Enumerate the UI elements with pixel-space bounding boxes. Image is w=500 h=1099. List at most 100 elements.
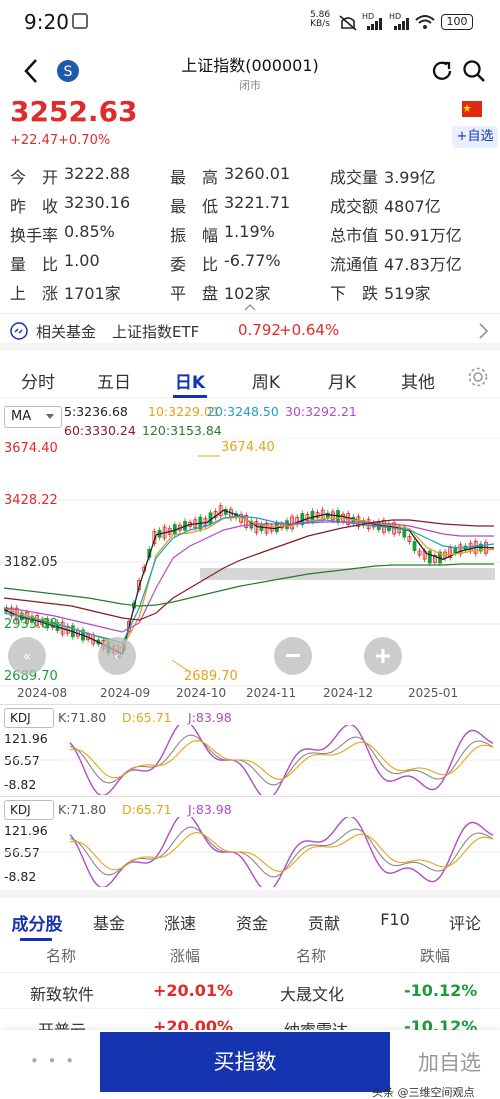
candle bbox=[427, 550, 432, 564]
chevron-right-icon bbox=[479, 323, 489, 339]
network-speed: 5.86 KB/s bbox=[310, 11, 330, 29]
wifi-icon bbox=[415, 15, 435, 29]
quote-label: 委 比 bbox=[170, 255, 219, 274]
column-header: 跌幅 bbox=[420, 947, 451, 965]
tab-weekly-k[interactable]: 周K bbox=[228, 368, 304, 393]
tab-comments[interactable]: 评论 bbox=[430, 910, 500, 934]
tab-speed[interactable]: 涨速 bbox=[144, 910, 216, 934]
ma5-value: 5:3236.68 bbox=[64, 404, 128, 419]
column-header: 涨幅 bbox=[170, 947, 201, 965]
gain-pct: +20.01% bbox=[153, 981, 234, 1000]
expand-chevron-icon[interactable] bbox=[244, 303, 256, 311]
quote-label: 成交量 bbox=[330, 168, 379, 187]
ma30-value: 30:3292.21 bbox=[285, 404, 357, 419]
quote-label: 总市值 bbox=[330, 226, 379, 245]
kdj-k-value: K:71.80 bbox=[58, 802, 107, 817]
add-watch-button[interactable]: 加自选 bbox=[418, 1047, 481, 1077]
kdj-panel-1[interactable]: KDJ K:71.80 D:65.71 J:83.98 121.96 56.57… bbox=[0, 704, 500, 796]
double-chevron-left-icon: « bbox=[23, 649, 32, 665]
tab-daily-k[interactable]: 日K bbox=[152, 368, 228, 393]
active-tab-indicator bbox=[173, 395, 207, 398]
low-annotation: 2689.70 bbox=[184, 669, 238, 684]
constituents-table: 名称 涨幅 名称 跌幅 新致软件 +20.01% 大晟文化 -10.12% 开普… bbox=[0, 938, 500, 1040]
quote-grid: 今 开 3222.88 最 高 3260.01 成交量 3.99亿 昨 收 32… bbox=[0, 160, 500, 305]
table-row[interactable]: 新致软件 +20.01% 大晟文化 -10.12% bbox=[0, 972, 500, 1006]
link-icon bbox=[10, 322, 28, 340]
quote-value: 3221.71 bbox=[224, 193, 291, 212]
related-fund-row[interactable]: 相关基金 上证指数ETF 0.792 +0.64% bbox=[0, 313, 500, 351]
network-speed-unit: KB/s bbox=[310, 19, 330, 29]
minus-icon bbox=[286, 654, 300, 657]
kdj-panel-2[interactable]: KDJ K:71.80 D:65.71 J:83.98 121.96 56.57… bbox=[0, 796, 500, 888]
settings-gear-icon[interactable] bbox=[467, 366, 489, 388]
more-button[interactable]: • • • bbox=[30, 1052, 76, 1070]
signal-icon-1 bbox=[367, 18, 382, 30]
signal-icon-2 bbox=[394, 18, 409, 30]
x-tick-label: 2025-01 bbox=[408, 686, 458, 700]
quote-value: 3222.88 bbox=[64, 164, 131, 183]
stock-name: 新致软件 bbox=[30, 985, 95, 1004]
chevron-left-icon: ‹ bbox=[114, 649, 120, 665]
fund-name: 上证指数ETF bbox=[112, 323, 200, 341]
kdj-d-value: D:65.71 bbox=[122, 710, 172, 725]
period-tabs: 分时 五日 日K 周K 月K 其他 bbox=[0, 358, 500, 398]
high-annotation: 3674.40 bbox=[221, 440, 275, 455]
kdj-lines bbox=[0, 817, 500, 887]
kdj-j-value: J:83.98 bbox=[188, 710, 232, 725]
buy-index-button[interactable]: 买指数 bbox=[100, 1032, 390, 1092]
quote-value: 519家 bbox=[384, 284, 431, 303]
ma20-value: 20:3248.50 bbox=[207, 404, 279, 419]
tab-f10[interactable]: F10 bbox=[360, 910, 430, 929]
constituent-tabs: 成分股 基金 涨速 资金 贡献 F10 评论 bbox=[0, 890, 500, 941]
y-tick-label: 3428.22 bbox=[4, 493, 58, 508]
y-tick-label: 2935.88 bbox=[4, 617, 58, 632]
quote-value: 1.00 bbox=[64, 251, 100, 270]
mute-icon bbox=[339, 15, 357, 31]
quote-value: 3260.01 bbox=[224, 164, 291, 183]
quote-label: 今 开 bbox=[10, 168, 59, 187]
tab-five-day[interactable]: 五日 bbox=[76, 368, 152, 393]
y-tick-label: 3674.40 bbox=[4, 441, 58, 456]
price-change-pct: +0.70% bbox=[58, 133, 111, 148]
kdj-lines bbox=[0, 725, 500, 795]
quote-label: 成交额 bbox=[330, 197, 379, 216]
quote-label: 振 幅 bbox=[170, 226, 219, 245]
search-icon[interactable] bbox=[462, 59, 486, 83]
tab-monthly-k[interactable]: 月K bbox=[304, 368, 380, 393]
kdj-label: KDJ bbox=[10, 803, 31, 817]
add-watchlist-button[interactable]: +自选 bbox=[452, 126, 498, 148]
battery-indicator: 100 bbox=[441, 14, 473, 30]
ma-selector[interactable]: MA bbox=[4, 406, 62, 428]
ma60-value: 60:3330.24 bbox=[64, 423, 136, 438]
x-tick-label: 2024-08 bbox=[17, 686, 67, 700]
ma120-value: 120:3153.84 bbox=[142, 423, 222, 438]
quote-value: 47.83万亿 bbox=[384, 255, 462, 274]
x-tick-label: 2024-12 bbox=[323, 686, 373, 700]
fund-pct: +0.64% bbox=[279, 321, 340, 339]
app-notification-icon bbox=[72, 13, 88, 29]
refresh-icon[interactable] bbox=[430, 59, 454, 83]
tab-capital[interactable]: 资金 bbox=[216, 910, 288, 934]
quote-label: 平 盘 bbox=[170, 284, 219, 303]
kdj-label: KDJ bbox=[10, 711, 31, 725]
tab-intraday[interactable]: 分时 bbox=[0, 368, 76, 393]
status-time: 9:20 bbox=[24, 10, 69, 34]
bottom-action-bar: • • • 买指数 加自选 头条 @三维空间观点 bbox=[0, 1030, 500, 1099]
tab-funds[interactable]: 基金 bbox=[74, 910, 144, 934]
quote-value: 50.91万亿 bbox=[384, 226, 462, 245]
quote-label: 上 涨 bbox=[10, 284, 59, 303]
tab-other[interactable]: 其他 bbox=[380, 368, 456, 393]
watermark: 头条 @三维空间观点 bbox=[372, 1086, 475, 1099]
tab-constituents[interactable]: 成分股 bbox=[0, 910, 74, 935]
kline-chart[interactable]: 3674.40 3428.22 3182.05 2935.88 2689.70 … bbox=[0, 438, 500, 703]
candles bbox=[4, 502, 488, 661]
quote-value: 1.19% bbox=[224, 222, 275, 241]
quote-value: 0.85% bbox=[64, 222, 115, 241]
candle bbox=[310, 510, 315, 522]
tab-contribution[interactable]: 贡献 bbox=[288, 910, 360, 934]
kdj-d-value: D:65.71 bbox=[122, 802, 172, 817]
ma-label: MA bbox=[11, 409, 32, 424]
quote-value: 3.99亿 bbox=[384, 168, 436, 187]
quote-label: 量 比 bbox=[10, 255, 59, 274]
status-bar: 9:20 5.86 KB/s HD HD 100 bbox=[0, 0, 500, 42]
